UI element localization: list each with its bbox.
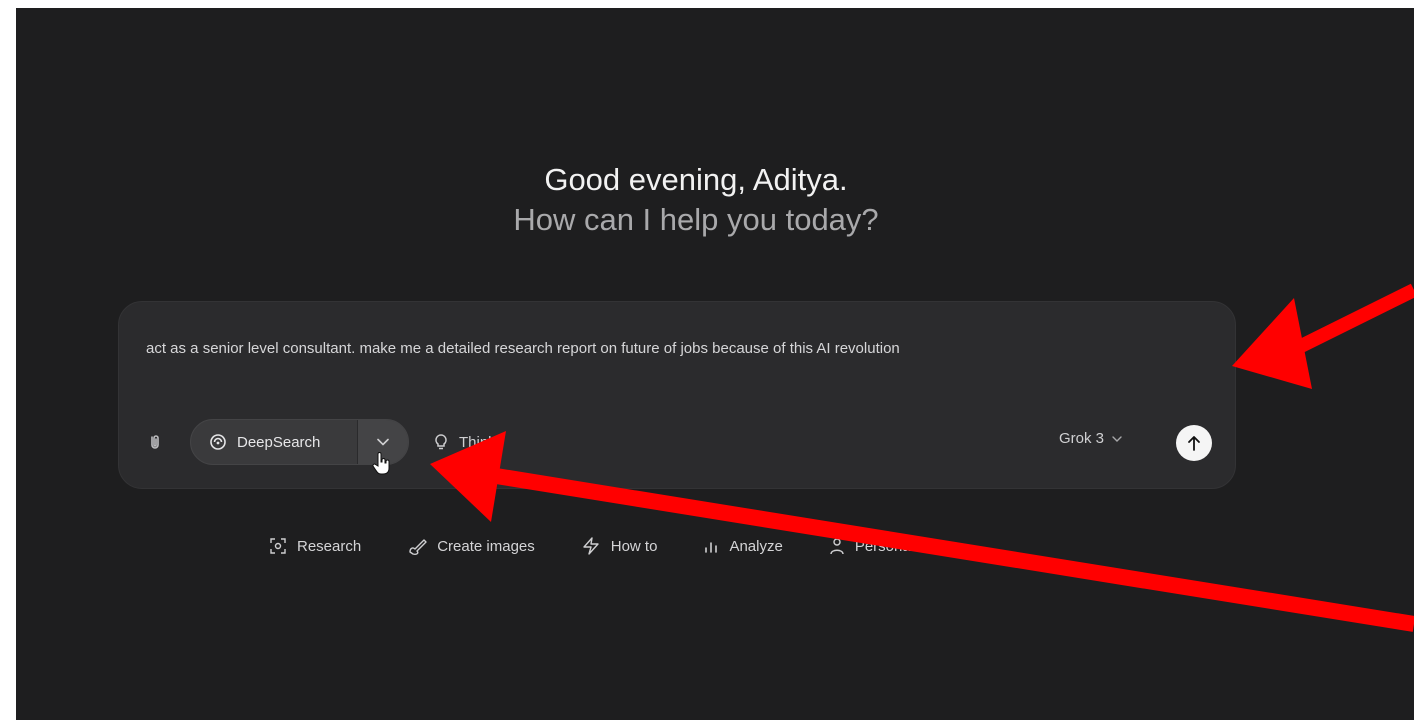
create-images-chip[interactable]: Create images — [407, 528, 535, 564]
create-images-label: Create images — [437, 537, 535, 555]
bolt-icon — [583, 537, 599, 555]
personas-chip[interactable]: Personas — [829, 528, 918, 564]
person-icon — [830, 538, 844, 555]
greeting-subtitle: How can I help you today? — [513, 202, 879, 237]
prompt-input[interactable]: act as a senior level consultant. make m… — [146, 337, 1226, 361]
quick-actions: Research Create images How to Analyze Pe… — [269, 528, 964, 564]
analyze-chip[interactable]: Analyze — [703, 528, 783, 564]
think-button[interactable]: Think — [433, 421, 496, 463]
deepsearch-label: DeepSearch — [237, 433, 321, 451]
chart-icon — [705, 542, 718, 553]
greeting-title: Good evening, Aditya. — [544, 162, 848, 197]
send-button[interactable] — [1176, 425, 1212, 461]
hand-cursor-icon — [372, 452, 390, 475]
how-to-label: How to — [610, 537, 658, 555]
arrow-up-icon — [1188, 436, 1200, 451]
think-label: Think — [459, 433, 496, 451]
deepsearch-toggle[interactable]: DeepSearch — [191, 420, 357, 464]
model-label: Grok 3 — [1059, 430, 1105, 447]
model-selector[interactable]: Grok 3 — [1059, 430, 1122, 447]
research-label: Research — [297, 537, 362, 555]
how-to-chip[interactable]: How to — [581, 528, 658, 564]
chevron-down-icon — [377, 438, 389, 446]
attach-button[interactable] — [141, 428, 169, 456]
research-icon — [270, 538, 286, 554]
brush-icon — [409, 539, 427, 555]
chevron-down-icon — [1112, 435, 1122, 442]
chat-composer[interactable]: act as a senior level consultant. make m… — [118, 301, 1236, 489]
lightbulb-icon — [435, 434, 447, 450]
app-frame: Good evening, Aditya. How can I help you… — [16, 8, 1414, 720]
deepsearch-icon — [210, 434, 226, 450]
paperclip-icon — [151, 435, 159, 449]
personas-label: Personas — [854, 537, 919, 555]
analyze-label: Analyze — [729, 537, 783, 555]
research-chip[interactable]: Research — [269, 528, 361, 564]
